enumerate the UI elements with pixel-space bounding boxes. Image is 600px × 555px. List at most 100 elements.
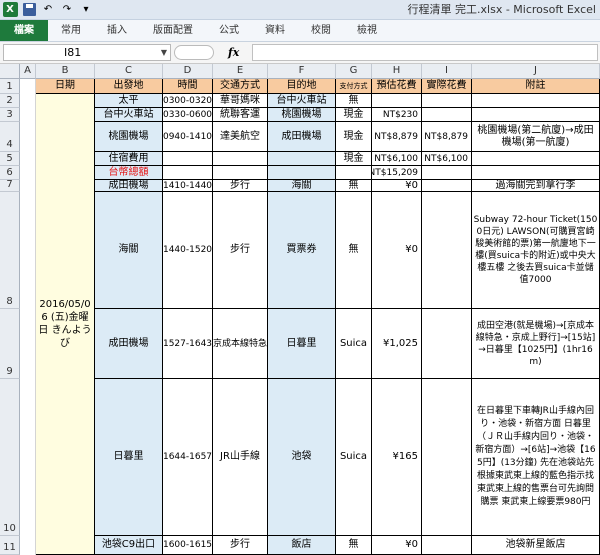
cell-h3[interactable]: NT$230 (372, 108, 422, 122)
save-icon[interactable] (21, 2, 37, 18)
cell-g4[interactable]: 現金 (336, 122, 372, 152)
cell-c2[interactable]: 太平 (95, 94, 163, 108)
column-a-cells[interactable] (20, 79, 36, 555)
tab-home[interactable]: 常用 (48, 20, 94, 41)
header-date[interactable]: 日期 (36, 79, 95, 94)
cell-c11[interactable]: 池袋C9出口 (95, 536, 163, 555)
cell-d4[interactable]: 0940-1410 (163, 122, 213, 152)
cell-d11[interactable]: 1600-1615 (163, 536, 213, 555)
cell-e11[interactable]: 步行 (213, 536, 268, 555)
cell-e6[interactable] (213, 166, 268, 180)
cell-i5[interactable]: NT$6,100 (422, 152, 472, 166)
cell-e9[interactable]: 京成本線特急 (213, 309, 268, 379)
cell-j4[interactable]: 桃園機場(第二航廈)→成田機場(第一航廈) (472, 122, 600, 152)
cell-f6[interactable] (268, 166, 336, 180)
tab-insert[interactable]: 插入 (94, 20, 140, 41)
row-header-5[interactable]: 5 (0, 152, 20, 166)
row-header-2[interactable]: 2 (0, 94, 20, 108)
cell-d3[interactable]: 0330-0600 (163, 108, 213, 122)
cell-i4[interactable]: NT$8,879 (422, 122, 472, 152)
cell-j9[interactable]: 成田空港(就是機場)→[京成本線特急・京成上野行]→[15站]→日暮里【1025… (472, 309, 600, 379)
cell-h7[interactable]: ¥0 (372, 180, 422, 192)
cell-g3[interactable]: 現金 (336, 108, 372, 122)
customize-qat-icon[interactable]: ▾ (78, 2, 94, 18)
tab-file[interactable]: 檔案 (0, 20, 48, 41)
cell-f8[interactable]: 買票券 (268, 192, 336, 309)
column-header-a[interactable]: A (20, 64, 36, 79)
cell-h8[interactable]: ¥0 (372, 192, 422, 309)
worksheet-grid[interactable]: A B C D E F G H I J 1 2 3 4 5 6 7 8 9 10… (0, 64, 600, 555)
header-time[interactable]: 時間 (163, 79, 213, 94)
header-from[interactable]: 出發地 (95, 79, 163, 94)
cell-e3[interactable]: 統聯客運 (213, 108, 268, 122)
cell-g2[interactable]: 無 (336, 94, 372, 108)
cell-c9[interactable]: 成田機場 (95, 309, 163, 379)
cell-h2[interactable] (372, 94, 422, 108)
row-header-6[interactable]: 6 (0, 166, 20, 180)
cell-j11[interactable]: 池袋新星飯店 (472, 536, 600, 555)
cell-e2[interactable]: 華哥媽咪 (213, 94, 268, 108)
row-header-7[interactable]: 7 (0, 179, 20, 192)
cell-g9[interactable]: Suica (336, 309, 372, 379)
cell-i7[interactable] (422, 180, 472, 192)
header-transport[interactable]: 交通方式 (213, 79, 268, 94)
cell-j7[interactable]: 過海關完到拿行李 (472, 180, 600, 192)
cell-e10[interactable]: JR山手線 (213, 379, 268, 536)
formula-cancel-enter-area[interactable] (174, 45, 214, 60)
cell-g5[interactable]: 現金 (336, 152, 372, 166)
cell-f11[interactable]: 飯店 (268, 536, 336, 555)
column-header-f[interactable]: F (268, 64, 336, 79)
tab-review[interactable]: 校閱 (298, 20, 344, 41)
cell-g7[interactable]: 無 (336, 180, 372, 192)
tab-formulas[interactable]: 公式 (206, 20, 252, 41)
column-header-d[interactable]: D (163, 64, 213, 79)
formula-input[interactable] (252, 44, 598, 61)
cell-h11[interactable]: ¥0 (372, 536, 422, 555)
cell-d7[interactable]: 1410-1440 (163, 180, 213, 192)
column-header-j[interactable]: J (472, 64, 600, 79)
cell-d10[interactable]: 1644-1657 (163, 379, 213, 536)
header-payment[interactable]: 支付方式 (336, 79, 372, 94)
cell-i6[interactable] (422, 166, 472, 180)
column-header-g[interactable]: G (336, 64, 372, 79)
row-header-4[interactable]: 4 (0, 122, 20, 152)
date-cell[interactable]: 2016/05/06 (五)金曜日 きんようび (36, 94, 95, 555)
row-header-8[interactable]: 8 (0, 192, 20, 309)
cell-g8[interactable]: 無 (336, 192, 372, 309)
cell-c5[interactable]: 住宿費用 (95, 152, 163, 166)
tab-page-layout[interactable]: 版面配置 (140, 20, 206, 41)
redo-icon[interactable]: ↷ (59, 2, 75, 18)
cell-c6-total-label[interactable]: 台幣總額 (95, 166, 163, 180)
cell-f9[interactable]: 日暮里 (268, 309, 336, 379)
tab-data[interactable]: 資料 (252, 20, 298, 41)
cell-i2[interactable] (422, 94, 472, 108)
cell-h10[interactable]: ¥165 (372, 379, 422, 536)
cell-i11[interactable] (422, 536, 472, 555)
row-header-9[interactable]: 9 (0, 309, 20, 379)
column-header-i[interactable]: I (422, 64, 472, 79)
cell-c3[interactable]: 台中火車站 (95, 108, 163, 122)
row-header-1[interactable]: 1 (0, 79, 20, 94)
cell-d9[interactable]: 1527-1643 (163, 309, 213, 379)
column-header-e[interactable]: E (213, 64, 268, 79)
cell-c10[interactable]: 日暮里 (95, 379, 163, 536)
name-box[interactable]: I81 ▼ (3, 44, 171, 61)
cell-j8[interactable]: Subway 72-hour Ticket(1500日元) LAWSON(可購買… (472, 192, 600, 309)
cell-e8[interactable]: 步行 (213, 192, 268, 309)
cell-d8[interactable]: 1440-1520 (163, 192, 213, 309)
cell-h6-total[interactable]: NT$15,209 (372, 166, 422, 180)
cell-f3[interactable]: 桃園機場 (268, 108, 336, 122)
column-header-h[interactable]: H (372, 64, 422, 79)
cell-h9[interactable]: ¥1,025 (372, 309, 422, 379)
cell-d5[interactable] (163, 152, 213, 166)
undo-icon[interactable]: ↶ (40, 2, 56, 18)
cell-j5[interactable] (472, 152, 600, 166)
cell-g6[interactable] (336, 166, 372, 180)
cell-c8[interactable]: 海關 (95, 192, 163, 309)
row-header-3[interactable]: 3 (0, 108, 20, 122)
header-notes[interactable]: 附註 (472, 79, 600, 94)
cell-i9[interactable] (422, 309, 472, 379)
cell-j2[interactable] (472, 94, 600, 108)
cell-f2[interactable]: 台中火車站 (268, 94, 336, 108)
cell-f10[interactable]: 池袋 (268, 379, 336, 536)
